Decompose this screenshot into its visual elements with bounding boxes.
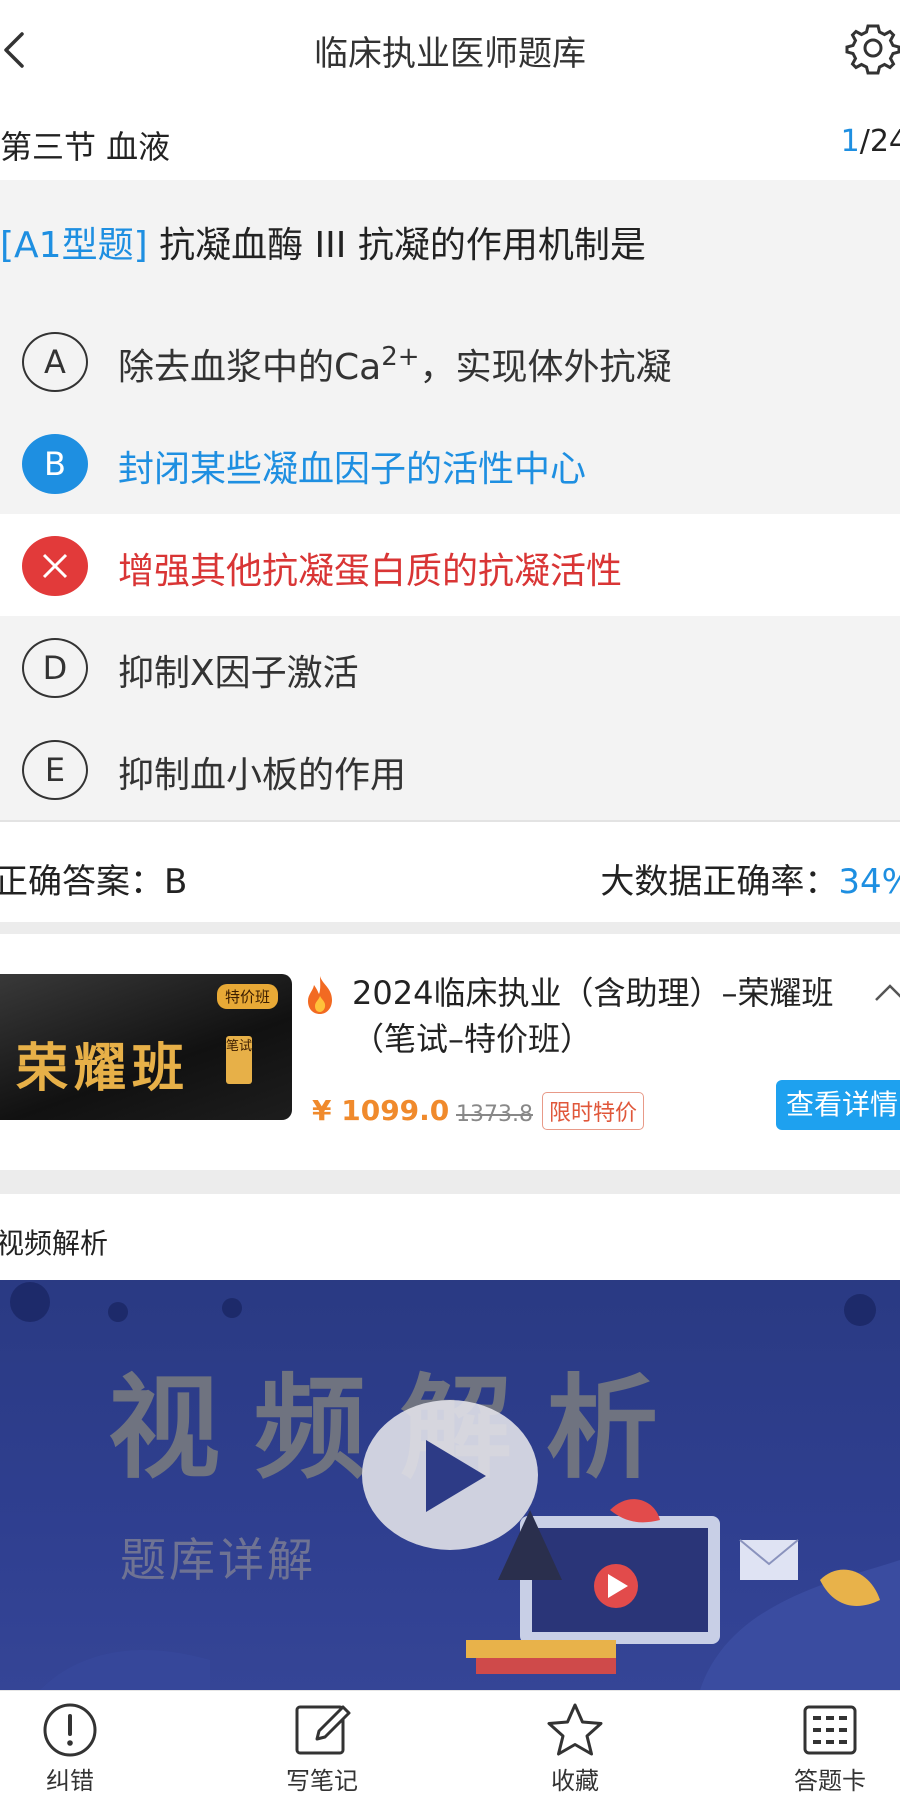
divider: [0, 922, 900, 934]
tab-label: 写笔记: [286, 1767, 358, 1795]
alert-icon: [43, 1703, 97, 1757]
option-text: 增强其他抗凝蛋白质的抗凝活性: [118, 551, 623, 592]
tab-favorite[interactable]: 收藏: [495, 1691, 655, 1800]
total-questions: /24: [859, 124, 900, 159]
current-question-number: 1: [840, 124, 860, 159]
page-title: 临床执业医师题库: [314, 34, 586, 74]
option-text: 抑制血小板的作用: [118, 755, 407, 796]
option-text: 抑制Ⅹ因子激活: [118, 653, 359, 694]
answer-card-icon: [803, 1705, 857, 1755]
option-letter: E: [22, 740, 88, 800]
play-icon: [426, 1440, 486, 1512]
video-analysis-label: 视频解析: [0, 1227, 109, 1260]
banner-small: 笔试: [226, 1036, 252, 1084]
answer-row: 正确答案：B 大数据正确率：34%: [0, 822, 900, 922]
tab-report-error[interactable]: 纠错: [0, 1691, 150, 1800]
question-type: [A1型题]: [0, 225, 148, 266]
promo-badge: 限时特价: [542, 1092, 645, 1130]
wrong-answer-icon: [22, 536, 88, 596]
section-row: 第三节 血液 1/24: [0, 100, 900, 180]
play-button[interactable]: [362, 1400, 538, 1550]
video-player[interactable]: 视频解析 题库详解: [0, 1280, 900, 1690]
option-d[interactable]: D 抑制Ⅹ因子激活: [0, 616, 900, 718]
section-title: 第三节 血液: [0, 128, 171, 166]
option-c[interactable]: 增强其他抗凝蛋白质的抗凝活性: [0, 514, 900, 616]
settings-button[interactable]: [845, 20, 900, 76]
top-bar: 临床执业医师题库: [0, 0, 900, 100]
tab-label: 收藏: [551, 1767, 599, 1795]
view-details-button[interactable]: 查看详情: [776, 1080, 900, 1130]
option-text: 除去血浆中的Ca2+，实现体外抗凝: [118, 342, 672, 388]
edit-note-icon: [295, 1705, 351, 1755]
tab-answer-card[interactable]: 答题卡: [750, 1691, 900, 1800]
question-stem: [A1型题] 抗凝血酶 III 抗凝的作用机制是: [0, 216, 646, 268]
course-banner[interactable]: 特价班 荣耀班 笔试: [0, 974, 292, 1120]
video-cover-subtitle: 题库详解: [120, 1533, 316, 1587]
original-price: 1373.8: [456, 1102, 533, 1127]
banner-title: 荣耀班: [16, 1039, 191, 1099]
option-e[interactable]: E 抑制血小板的作用: [0, 718, 900, 820]
tab-label: 纠错: [46, 1767, 94, 1795]
option-letter: A: [22, 332, 88, 392]
course-ad[interactable]: 特价班 荣耀班 笔试 2024临床执业（含助理）–荣耀班（笔试–特价班） ¥ 1…: [0, 934, 900, 1170]
course-title: 2024临床执业（含助理）–荣耀班（笔试–特价班）: [352, 974, 834, 1058]
tab-write-note[interactable]: 写笔记: [242, 1691, 402, 1800]
banner-tag: 特价班: [216, 984, 278, 1009]
tab-label: 答题卡: [794, 1767, 866, 1795]
option-letter: D: [22, 638, 88, 698]
fire-icon: [308, 976, 332, 1014]
price: ¥ 1099.0: [312, 1094, 450, 1127]
gear-icon: [845, 24, 900, 75]
option-a[interactable]: A 除去血浆中的Ca2+，实现体外抗凝: [0, 310, 900, 412]
question-counter: 1/24: [841, 124, 900, 159]
correct-answer: 正确答案：B: [0, 862, 188, 902]
chevron-up-icon[interactable]: [870, 980, 900, 1006]
divider: [0, 1170, 900, 1194]
star-icon: [547, 1703, 603, 1756]
option-b[interactable]: B 封闭某些凝血因子的活性中心: [0, 412, 900, 514]
question-text: 抗凝血酶 III 抗凝的作用机制是: [159, 225, 646, 266]
bottom-toolbar: 纠错 写笔记 收藏 答题卡: [0, 1690, 900, 1800]
option-text: 封闭某些凝血因子的活性中心: [118, 449, 587, 490]
option-letter: B: [22, 434, 88, 494]
accuracy-rate: 大数据正确率：34%: [600, 862, 900, 902]
